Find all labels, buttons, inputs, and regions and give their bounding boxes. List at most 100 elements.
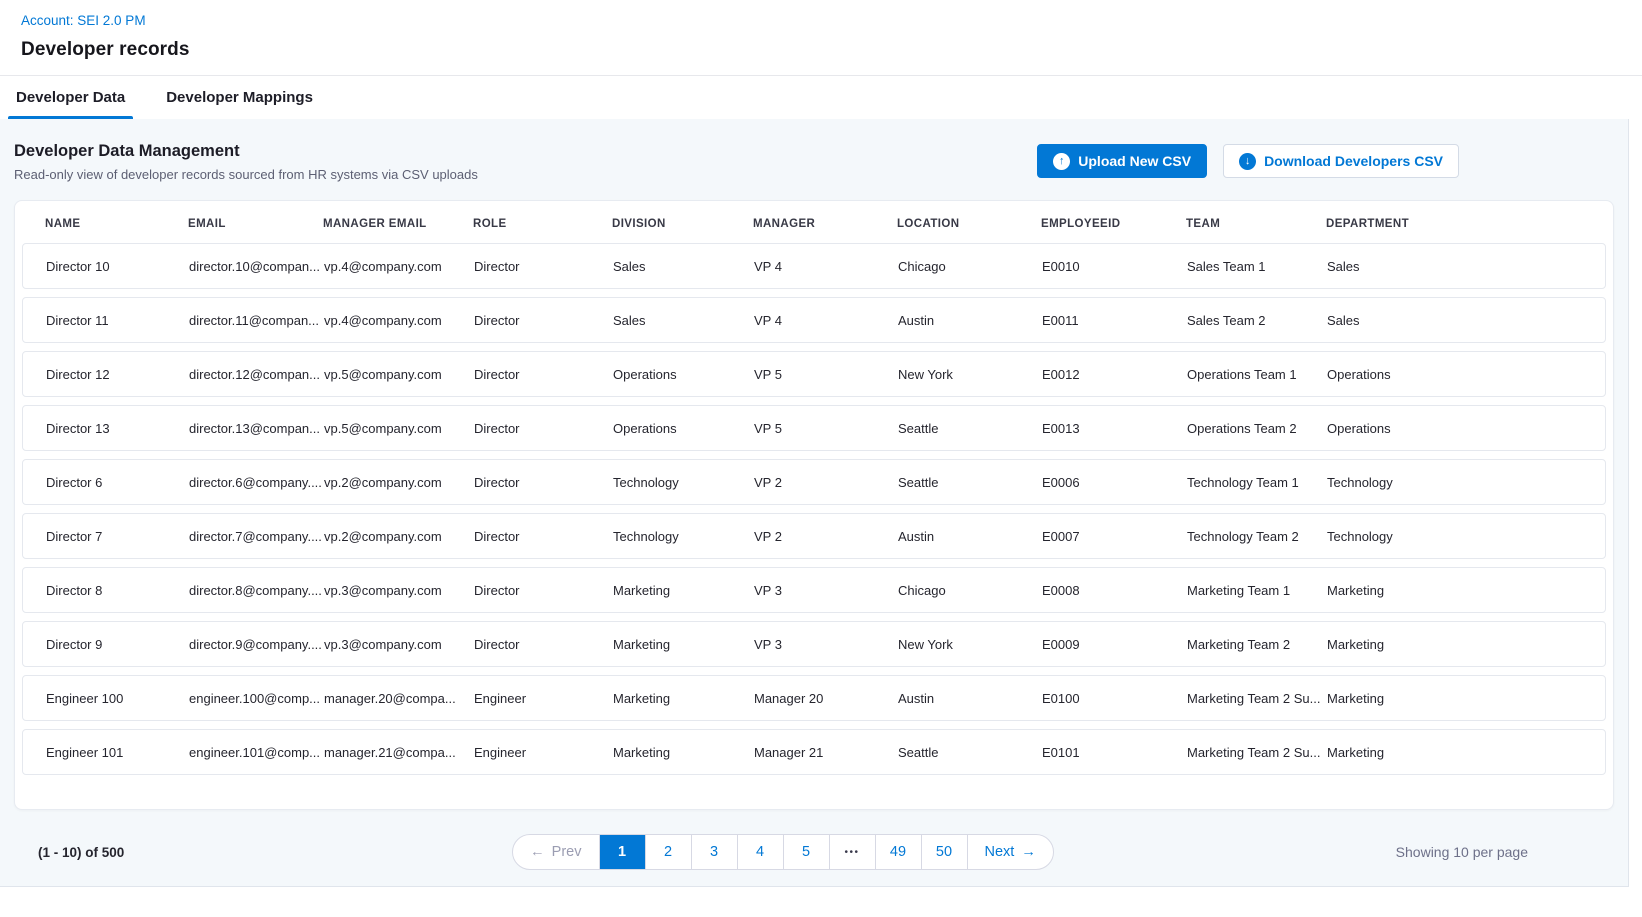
column-header-division: DIVISION (612, 218, 753, 230)
tab-developer-mappings[interactable]: Developer Mappings (162, 76, 317, 119)
table-cell: E0100 (1042, 691, 1187, 706)
pagination-page-5[interactable]: 5 (783, 835, 829, 869)
upload-csv-button-label: Upload New CSV (1078, 153, 1191, 169)
table-cell: Technology (613, 475, 754, 490)
table-cell: engineer.101@comp... (189, 745, 324, 760)
developer-table-card: NAMEEMAILMANAGER EMAILROLEDIVISIONMANAGE… (14, 200, 1614, 810)
table-row: Director 7director.7@company....vp.2@com… (22, 513, 1606, 559)
table-cell: Seattle (898, 745, 1042, 760)
table-row: Director 10director.10@compan...vp.4@com… (22, 243, 1606, 289)
tab-developer-data-label: Developer Data (16, 89, 125, 106)
pagination-next-button[interactable]: Next→ (967, 835, 1053, 869)
table-cell: director.9@company.... (189, 637, 324, 652)
arrow-left-icon: ← (530, 844, 545, 860)
table-row: Director 12director.12@compan...vp.5@com… (22, 351, 1606, 397)
table-cell: Sales (1327, 313, 1582, 328)
table-cell: Sales Team 2 (1187, 313, 1327, 328)
column-header-location: LOCATION (897, 218, 1041, 230)
pagination-page-49[interactable]: 49 (875, 835, 921, 869)
table-cell: Sales (613, 313, 754, 328)
page-title: Developer records (21, 39, 1621, 61)
pagination-pager: ←Prev12345•••4950Next→ (512, 834, 1054, 870)
table-cell: Director (474, 259, 613, 274)
table-row: Director 11director.11@compan...vp.4@com… (22, 297, 1606, 343)
per-page-label: Showing 10 per page (1198, 844, 1528, 860)
column-header-name: NAME (45, 218, 188, 230)
pagination-page-2[interactable]: 2 (645, 835, 691, 869)
column-header-department: DEPARTMENT (1326, 218, 1583, 230)
section-header: Developer Data Management Read-only view… (14, 119, 1614, 200)
account-breadcrumb-link[interactable]: Account: SEI 2.0 PM (21, 13, 146, 28)
table-cell: Director 9 (46, 637, 189, 652)
table-cell: vp.4@company.com (324, 313, 474, 328)
column-header-email: EMAIL (188, 218, 323, 230)
table-body: Director 10director.10@compan...vp.4@com… (15, 243, 1613, 775)
table-cell: Marketing Team 2 Su... (1187, 745, 1327, 760)
table-row: Director 13director.13@compan...vp.5@com… (22, 405, 1606, 451)
table-cell: VP 4 (754, 313, 898, 328)
table-cell: Director 10 (46, 259, 189, 274)
table-cell: vp.4@company.com (324, 259, 474, 274)
pagination-page-3[interactable]: 3 (691, 835, 737, 869)
table-cell: VP 3 (754, 583, 898, 598)
table-cell: vp.5@company.com (324, 367, 474, 382)
arrow-right-icon: → (1021, 844, 1036, 860)
column-header-team: TEAM (1186, 218, 1326, 230)
table-cell: Technology (613, 529, 754, 544)
table-cell: Technology (1327, 529, 1582, 544)
table-cell: vp.3@company.com (324, 637, 474, 652)
table-cell: E0008 (1042, 583, 1187, 598)
table-cell: manager.20@compa... (324, 691, 474, 706)
table-cell: Marketing (1327, 691, 1582, 706)
table-header-row: NAMEEMAILMANAGER EMAILROLEDIVISIONMANAGE… (15, 201, 1613, 243)
upload-csv-button[interactable]: ↑ Upload New CSV (1037, 144, 1207, 178)
table-cell: vp.2@company.com (324, 475, 474, 490)
table-cell: Marketing (613, 637, 754, 652)
pagination-ellipsis[interactable]: ••• (829, 835, 875, 869)
table-cell: Director (474, 529, 613, 544)
section-subtitle: Read-only view of developer records sour… (14, 167, 478, 182)
table-cell: director.6@company.... (189, 475, 324, 490)
table-cell: engineer.100@comp... (189, 691, 324, 706)
table-cell: Operations (613, 367, 754, 382)
table-cell: E0009 (1042, 637, 1187, 652)
table-cell: New York (898, 637, 1042, 652)
table-cell: director.13@compan... (189, 421, 324, 436)
download-csv-button-label: Download Developers CSV (1264, 153, 1443, 169)
table-cell: Director (474, 421, 613, 436)
table-cell: Director 12 (46, 367, 189, 382)
table-cell: Engineer (474, 745, 613, 760)
pagination-row: (1 - 10) of 500 ←Prev12345•••4950Next→ S… (14, 834, 1614, 870)
table-cell: VP 5 (754, 367, 898, 382)
pagination-page-50[interactable]: 50 (921, 835, 967, 869)
table-cell: VP 2 (754, 475, 898, 490)
table-cell: Sales Team 1 (1187, 259, 1327, 274)
column-header-manager: MANAGER (753, 218, 897, 230)
table-row: Engineer 100engineer.100@comp...manager.… (22, 675, 1606, 721)
table-cell: director.12@compan... (189, 367, 324, 382)
table-cell: Marketing Team 2 (1187, 637, 1327, 652)
table-cell: VP 2 (754, 529, 898, 544)
tab-developer-data[interactable]: Developer Data (12, 76, 129, 119)
table-cell: Engineer 100 (46, 691, 189, 706)
page-header: Account: SEI 2.0 PM Developer records (0, 0, 1642, 61)
table-cell: Sales (1327, 259, 1582, 274)
table-cell: Director (474, 475, 613, 490)
table-cell: Austin (898, 529, 1042, 544)
table-cell: director.10@compan... (189, 259, 324, 274)
pagination-prev-button[interactable]: ←Prev (513, 835, 598, 869)
pagination-page-1[interactable]: 1 (599, 835, 645, 869)
table-cell: VP 4 (754, 259, 898, 274)
table-cell: Austin (898, 691, 1042, 706)
pagination-range-text: (1 - 10) of 500 (38, 845, 368, 860)
pagination-page-4[interactable]: 4 (737, 835, 783, 869)
column-header-manager-email: MANAGER EMAIL (323, 218, 473, 230)
section-title: Developer Data Management (14, 142, 478, 161)
table-cell: New York (898, 367, 1042, 382)
table-cell: Manager 21 (754, 745, 898, 760)
column-header-role: ROLE (473, 218, 612, 230)
table-cell: Director 11 (46, 313, 189, 328)
download-csv-button[interactable]: ↓ Download Developers CSV (1223, 144, 1459, 178)
table-cell: Engineer 101 (46, 745, 189, 760)
table-cell: Seattle (898, 421, 1042, 436)
